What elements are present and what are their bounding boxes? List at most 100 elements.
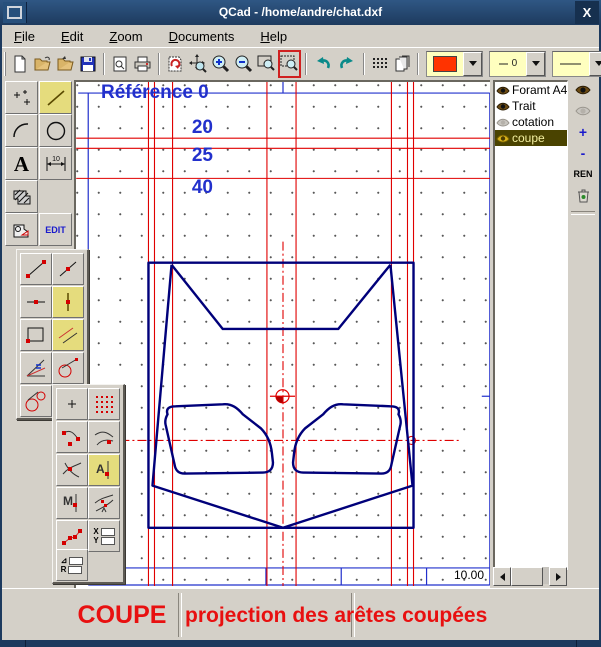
delete-layer-button[interactable] bbox=[570, 184, 596, 205]
layer-item-foramt[interactable]: Foramt A4 bbox=[495, 82, 567, 98]
zoom-window-button[interactable] bbox=[256, 51, 277, 77]
tool-line-vertical[interactable] bbox=[52, 286, 84, 318]
snap-grid[interactable] bbox=[88, 388, 120, 420]
line-width-value: 0 bbox=[493, 55, 523, 73]
snap-intersection-manual[interactable] bbox=[88, 487, 120, 519]
menu-file[interactable]: File bbox=[6, 27, 43, 46]
tool-tangent-point[interactable] bbox=[52, 352, 84, 384]
eye-gray-icon bbox=[575, 105, 591, 117]
tool-arc[interactable] bbox=[5, 114, 38, 147]
window-bottom-border[interactable] bbox=[0, 640, 601, 647]
eye-hidden-icon[interactable] bbox=[496, 117, 510, 128]
line-vertical-icon bbox=[56, 290, 80, 314]
toolbar-handle[interactable] bbox=[4, 52, 6, 76]
tool-line-parallel[interactable] bbox=[52, 319, 84, 351]
add-layer-button[interactable]: + bbox=[570, 121, 596, 142]
eye-visible-icon[interactable] bbox=[496, 85, 510, 96]
tool-rectangle[interactable] bbox=[20, 319, 52, 351]
snap-middle[interactable]: M bbox=[56, 487, 88, 519]
zoom-out-icon bbox=[234, 54, 253, 73]
drawing-canvas[interactable]: Référence 0 20 25 40 10.00 bbox=[76, 82, 491, 586]
eye-selected-icon[interactable] bbox=[496, 133, 510, 144]
zoom-window-icon bbox=[257, 54, 276, 73]
hide-all-layers-button[interactable] bbox=[570, 100, 596, 121]
color-combo-arrow[interactable] bbox=[463, 52, 482, 76]
zoom-pointer-button[interactable] bbox=[187, 51, 208, 77]
layer-item-cotation[interactable]: cotation bbox=[495, 114, 567, 130]
layer-list-toggle-button[interactable] bbox=[392, 51, 412, 77]
open-file-button[interactable] bbox=[32, 51, 53, 77]
scroll-right-button[interactable] bbox=[549, 567, 567, 586]
layer-item-trait[interactable]: Trait bbox=[495, 98, 567, 114]
menu-zoom[interactable]: Zoom bbox=[101, 27, 150, 46]
edit-button-label: EDIT bbox=[45, 225, 66, 235]
system-menu-icon bbox=[7, 6, 22, 19]
snap-polar-coordinates[interactable]: ⊿ R bbox=[56, 549, 88, 581]
arc-icon bbox=[11, 120, 33, 142]
tool-measure[interactable] bbox=[5, 213, 38, 246]
tool-tangent-2circles[interactable] bbox=[20, 385, 52, 417]
scrollbar-thumb[interactable] bbox=[511, 567, 543, 586]
rename-layer-button[interactable]: REN bbox=[570, 163, 596, 184]
intersection-icon bbox=[60, 458, 84, 482]
snap-points-sequence[interactable] bbox=[56, 520, 88, 552]
panel-divider bbox=[571, 211, 595, 215]
line-icon bbox=[45, 87, 67, 109]
new-file-button[interactable] bbox=[10, 51, 30, 77]
menu-documents[interactable]: Documents bbox=[161, 27, 243, 46]
redraw-button[interactable] bbox=[165, 51, 185, 77]
save-button[interactable] bbox=[78, 51, 98, 77]
tool-hatch[interactable] bbox=[5, 180, 38, 213]
snap-on-entity[interactable] bbox=[88, 421, 120, 453]
show-all-layers-button[interactable] bbox=[570, 79, 596, 100]
snap-free[interactable] bbox=[56, 388, 88, 420]
layer-list-hscrollbar[interactable] bbox=[493, 567, 567, 584]
system-menu-button[interactable] bbox=[3, 2, 27, 23]
close-button[interactable]: X bbox=[575, 1, 599, 24]
title-bar[interactable]: QCad - /home/andre/chat.dxf X bbox=[0, 0, 601, 25]
color-combo[interactable] bbox=[426, 51, 483, 77]
line-style-combo[interactable] bbox=[552, 51, 601, 77]
tool-circle[interactable] bbox=[39, 114, 72, 147]
printer-icon bbox=[133, 55, 152, 73]
tool-text[interactable]: A bbox=[5, 147, 38, 180]
menu-help[interactable]: Help bbox=[252, 27, 295, 46]
tool-edit[interactable]: EDIT bbox=[39, 213, 72, 246]
zoom-out-button[interactable] bbox=[233, 51, 254, 77]
zoom-in-button[interactable] bbox=[210, 51, 231, 77]
tool-line-horizontal[interactable] bbox=[20, 286, 52, 318]
line-angle-icon bbox=[56, 257, 80, 281]
snap-auto[interactable]: A bbox=[88, 454, 120, 486]
undo-button[interactable] bbox=[312, 51, 334, 77]
middle-point-icon: M bbox=[60, 491, 84, 515]
remove-layer-button[interactable]: - bbox=[570, 142, 596, 163]
tool-line[interactable] bbox=[39, 81, 72, 114]
line-width-combo[interactable]: 0 bbox=[489, 51, 546, 77]
layer-item-coupe[interactable]: coupe bbox=[495, 130, 567, 146]
tool-bisector[interactable] bbox=[20, 352, 52, 384]
print-preview-button[interactable] bbox=[110, 51, 130, 77]
layer-list: Foramt A4 Trait cotation coupe bbox=[493, 80, 568, 570]
eye-visible-icon[interactable] bbox=[496, 101, 510, 112]
print-button[interactable] bbox=[132, 51, 153, 77]
tool-dimension[interactable]: 10 bbox=[39, 147, 72, 180]
tool-line-angle[interactable] bbox=[52, 253, 84, 285]
redo-button[interactable] bbox=[336, 51, 358, 77]
style-sample-icon bbox=[560, 62, 582, 66]
menu-edit[interactable]: Edit bbox=[53, 27, 91, 46]
import-file-button[interactable] bbox=[55, 51, 76, 77]
snap-xy-coordinates[interactable]: X Y bbox=[88, 520, 120, 552]
tool-line-2points[interactable] bbox=[20, 253, 52, 285]
scroll-left-button[interactable] bbox=[493, 567, 511, 586]
grid-toggle-button[interactable] bbox=[370, 51, 390, 77]
layers-icon bbox=[393, 55, 411, 73]
polar-coordinate-icon: ⊿ R bbox=[61, 557, 84, 574]
line-style-combo-arrow[interactable] bbox=[589, 52, 601, 76]
redo-icon bbox=[337, 55, 357, 73]
tool-points[interactable] bbox=[5, 81, 38, 114]
line-width-combo-arrow[interactable] bbox=[526, 52, 545, 76]
snap-endpoints[interactable] bbox=[56, 421, 88, 453]
snap-intersection[interactable] bbox=[56, 454, 88, 486]
zoom-auto-button[interactable] bbox=[278, 50, 301, 78]
resize-notch bbox=[25, 640, 26, 647]
